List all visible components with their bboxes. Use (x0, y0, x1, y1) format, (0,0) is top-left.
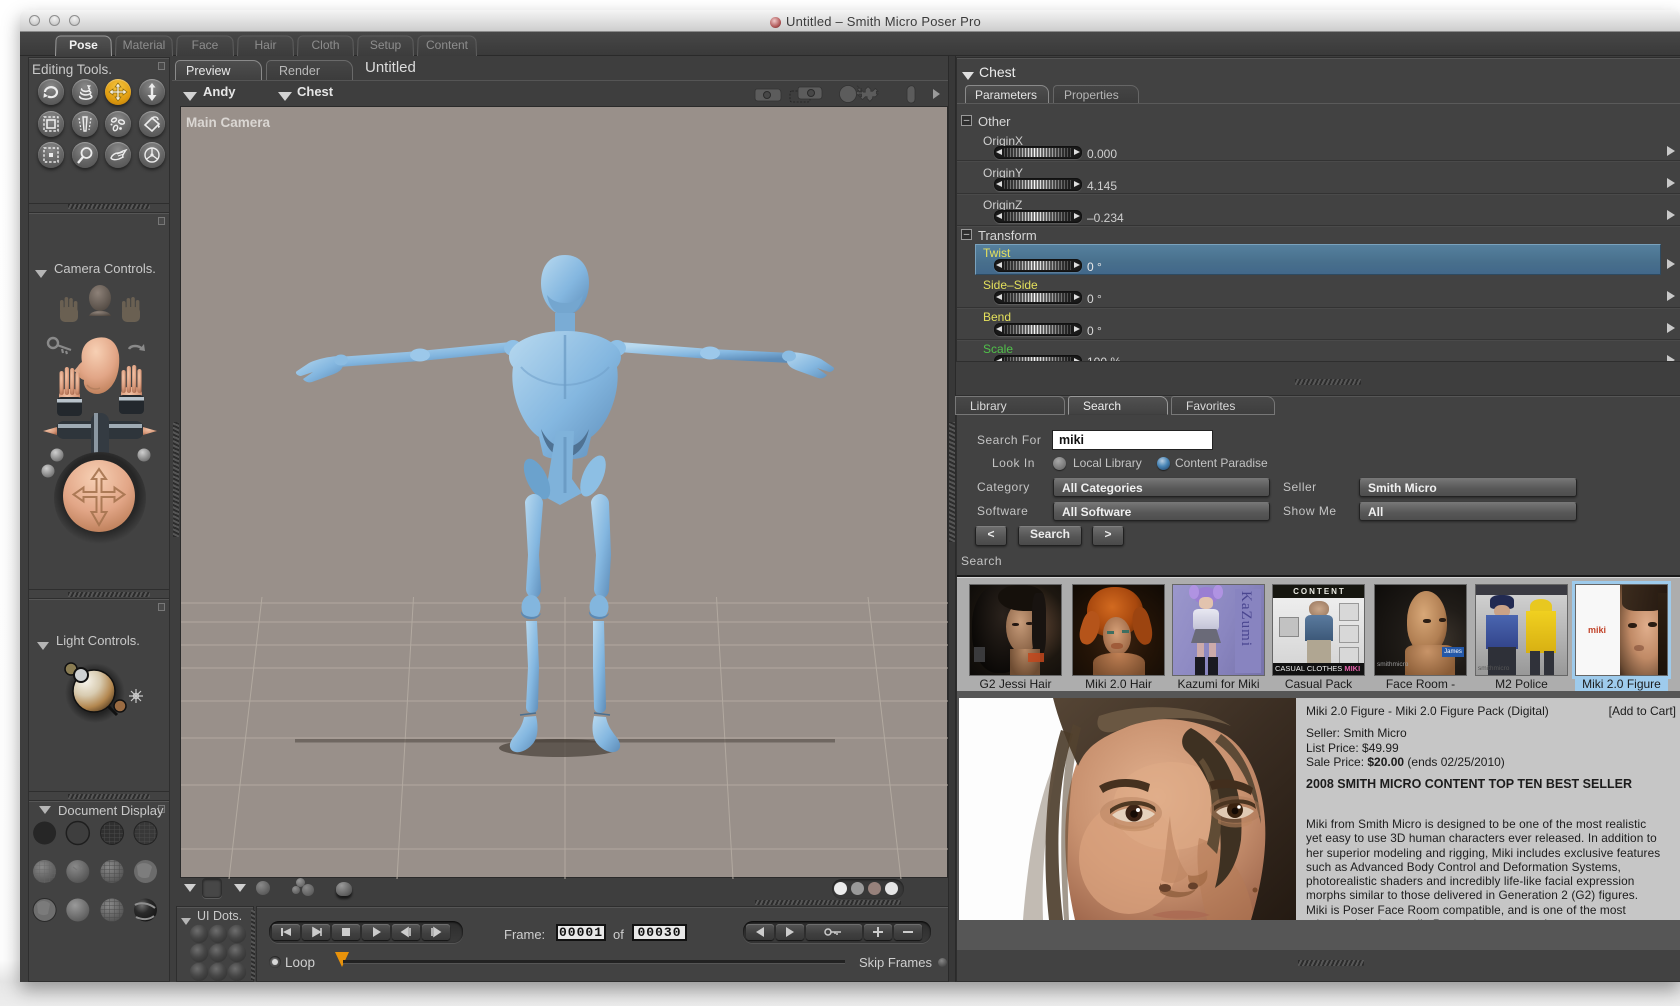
svg-text:Main Camera: Main Camera (186, 115, 271, 130)
